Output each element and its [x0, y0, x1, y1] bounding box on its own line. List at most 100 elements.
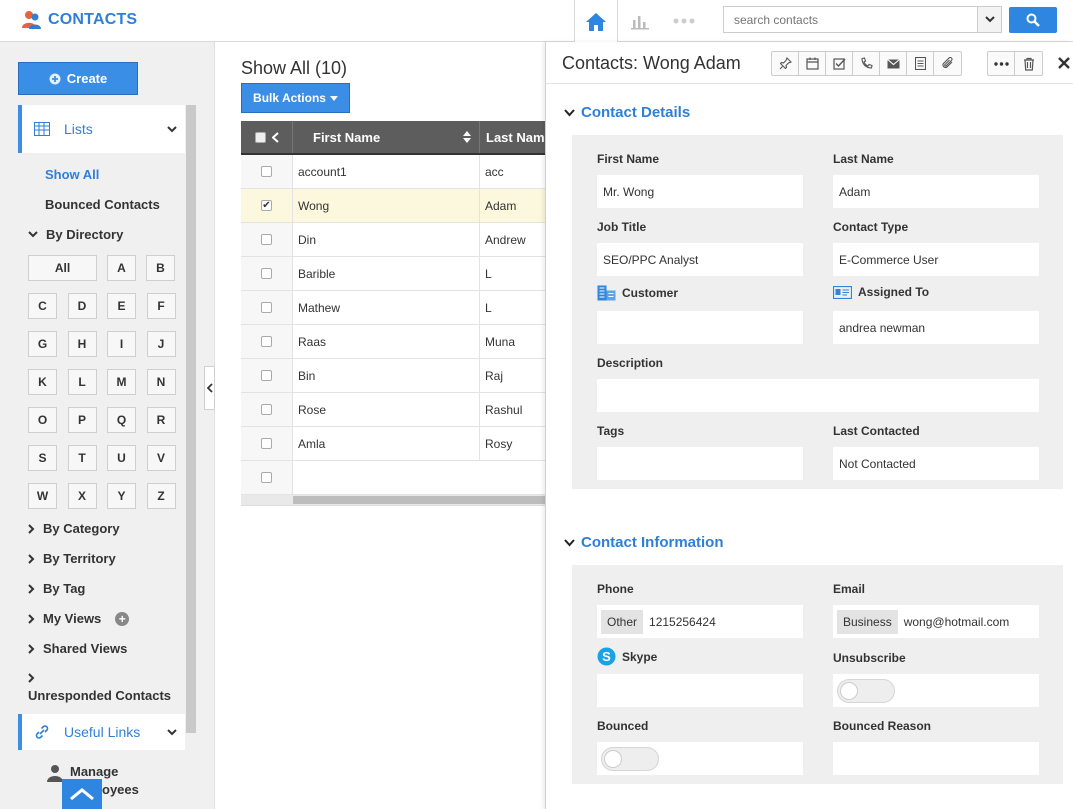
- contact-type-field[interactable]: E-Commerce User: [833, 243, 1039, 276]
- search-button[interactable]: [1009, 7, 1057, 33]
- note-button[interactable]: [907, 52, 934, 75]
- last-name-cell[interactable]: Raj: [480, 359, 546, 392]
- row-checkbox[interactable]: [261, 336, 272, 347]
- unsubscribe-toggle[interactable]: [837, 678, 895, 703]
- last-name-cell[interactable]: Rashul: [480, 393, 546, 426]
- first-name-cell[interactable]: Din: [293, 223, 480, 256]
- first-name-cell[interactable]: Barible: [293, 257, 480, 290]
- scrollbar-thumb[interactable]: [293, 496, 546, 504]
- email-button[interactable]: [880, 52, 907, 75]
- calendar-button[interactable]: [799, 52, 826, 75]
- first-name-cell[interactable]: Rose: [293, 393, 480, 426]
- row-checkbox[interactable]: ✔: [261, 200, 272, 211]
- bounced-reason-field[interactable]: [833, 742, 1039, 775]
- alpha-g-button[interactable]: G: [28, 331, 57, 357]
- first-name-cell[interactable]: account1: [293, 155, 480, 188]
- sidebar-item-unresponded[interactable]: Unresponded Contacts: [28, 671, 171, 703]
- pin-button[interactable]: [772, 52, 799, 75]
- lists-section[interactable]: Lists: [18, 105, 185, 153]
- row-checkbox[interactable]: [261, 404, 272, 415]
- column-header-first-name[interactable]: First Name: [293, 121, 480, 153]
- alpha-all-button[interactable]: All: [28, 255, 97, 281]
- sidebar-item-by-directory[interactable]: By Directory: [28, 227, 123, 242]
- alpha-m-button[interactable]: M: [107, 369, 136, 395]
- task-button[interactable]: [826, 52, 853, 75]
- alpha-r-button[interactable]: R: [146, 407, 176, 433]
- app-logo[interactable]: CONTACTS: [20, 8, 137, 32]
- alpha-j-button[interactable]: J: [146, 331, 176, 357]
- scroll-to-top-button[interactable]: [62, 779, 102, 809]
- table-row[interactable]: Mathew L: [241, 291, 546, 325]
- table-row[interactable]: Barible L: [241, 257, 546, 291]
- first-name-cell[interactable]: Wong: [293, 189, 480, 222]
- bounced-toggle[interactable]: [601, 746, 659, 771]
- alpha-t-button[interactable]: T: [67, 445, 97, 471]
- table-row[interactable]: ✔ Wong Adam: [241, 189, 546, 223]
- alpha-l-button[interactable]: L: [67, 369, 97, 395]
- first-name-cell[interactable]: Mathew: [293, 291, 480, 324]
- select-all-checkbox[interactable]: [254, 131, 266, 143]
- reports-button[interactable]: [618, 0, 662, 42]
- alpha-d-button[interactable]: D: [67, 293, 97, 319]
- last-name-cell[interactable]: L: [480, 257, 546, 290]
- alpha-s-button[interactable]: S: [28, 445, 57, 471]
- alpha-f-button[interactable]: F: [146, 293, 176, 319]
- alpha-e-button[interactable]: E: [107, 293, 136, 319]
- alpha-i-button[interactable]: I: [107, 331, 136, 357]
- alpha-q-button[interactable]: Q: [107, 407, 136, 433]
- sidebar-item-shared-views[interactable]: Shared Views: [28, 641, 127, 656]
- assigned-to-field[interactable]: andrea newman: [833, 311, 1039, 344]
- sidebar-item-my-views[interactable]: My Views +: [28, 611, 130, 626]
- row-checkbox[interactable]: [261, 234, 272, 245]
- sidebar-item-show-all[interactable]: Show All: [45, 167, 99, 182]
- first-name-cell[interactable]: Bin: [293, 359, 480, 392]
- sidebar-scrollbar[interactable]: [186, 105, 196, 733]
- last-contacted-field[interactable]: Not Contacted: [833, 447, 1039, 480]
- column-header-last-name[interactable]: Last Name: [480, 121, 546, 153]
- alpha-p-button[interactable]: P: [67, 407, 97, 433]
- table-row[interactable]: Din Andrew: [241, 223, 546, 257]
- table-horizontal-scrollbar[interactable]: [241, 495, 546, 505]
- alpha-v-button[interactable]: V: [146, 445, 176, 471]
- row-checkbox[interactable]: [261, 166, 272, 177]
- table-row[interactable]: Raas Muna: [241, 325, 546, 359]
- alpha-c-button[interactable]: C: [28, 293, 57, 319]
- alpha-a-button[interactable]: A: [107, 255, 136, 281]
- more-options-button[interactable]: [988, 52, 1015, 75]
- alpha-b-button[interactable]: B: [146, 255, 175, 281]
- email-field[interactable]: Business wong@hotmail.com: [833, 605, 1039, 638]
- last-name-cell[interactable]: Muna: [480, 325, 546, 358]
- tags-field[interactable]: [597, 447, 803, 480]
- attach-button[interactable]: [934, 52, 961, 75]
- table-row[interactable]: Amla Rosy: [241, 427, 546, 461]
- add-view-icon[interactable]: +: [115, 611, 130, 626]
- table-row[interactable]: Rose Rashul: [241, 393, 546, 427]
- job-title-field[interactable]: SEO/PPC Analyst: [597, 243, 803, 276]
- phone-type-chip[interactable]: Other: [601, 609, 644, 634]
- chevron-left-icon[interactable]: [271, 131, 279, 143]
- alpha-o-button[interactable]: O: [28, 407, 57, 433]
- alpha-y-button[interactable]: Y: [107, 483, 136, 509]
- last-name-cell[interactable]: Andrew: [480, 223, 546, 256]
- phone-field[interactable]: Other 1215256424: [597, 605, 803, 638]
- alpha-w-button[interactable]: W: [28, 483, 57, 509]
- search-dropdown[interactable]: [977, 7, 1001, 32]
- last-name-cell[interactable]: Adam: [480, 189, 546, 222]
- row-checkbox[interactable]: [261, 472, 272, 483]
- close-panel-button[interactable]: [1055, 51, 1073, 75]
- email-type-chip[interactable]: Business: [837, 609, 898, 634]
- alpha-x-button[interactable]: X: [67, 483, 97, 509]
- first-name-field[interactable]: Mr. Wong: [597, 175, 803, 208]
- contact-info-header[interactable]: Contact Information: [564, 534, 724, 551]
- alpha-u-button[interactable]: U: [107, 445, 136, 471]
- skype-field[interactable]: [597, 674, 803, 707]
- last-name-field[interactable]: Adam: [833, 175, 1039, 208]
- row-checkbox[interactable]: [261, 370, 272, 381]
- first-name-cell[interactable]: Amla: [293, 427, 480, 460]
- table-row[interactable]: account1 acc: [241, 155, 546, 189]
- alpha-z-button[interactable]: Z: [146, 483, 176, 509]
- search-input[interactable]: [724, 7, 978, 32]
- table-row[interactable]: Bin Raj: [241, 359, 546, 393]
- last-name-cell[interactable]: L: [480, 291, 546, 324]
- delete-button[interactable]: [1015, 52, 1042, 75]
